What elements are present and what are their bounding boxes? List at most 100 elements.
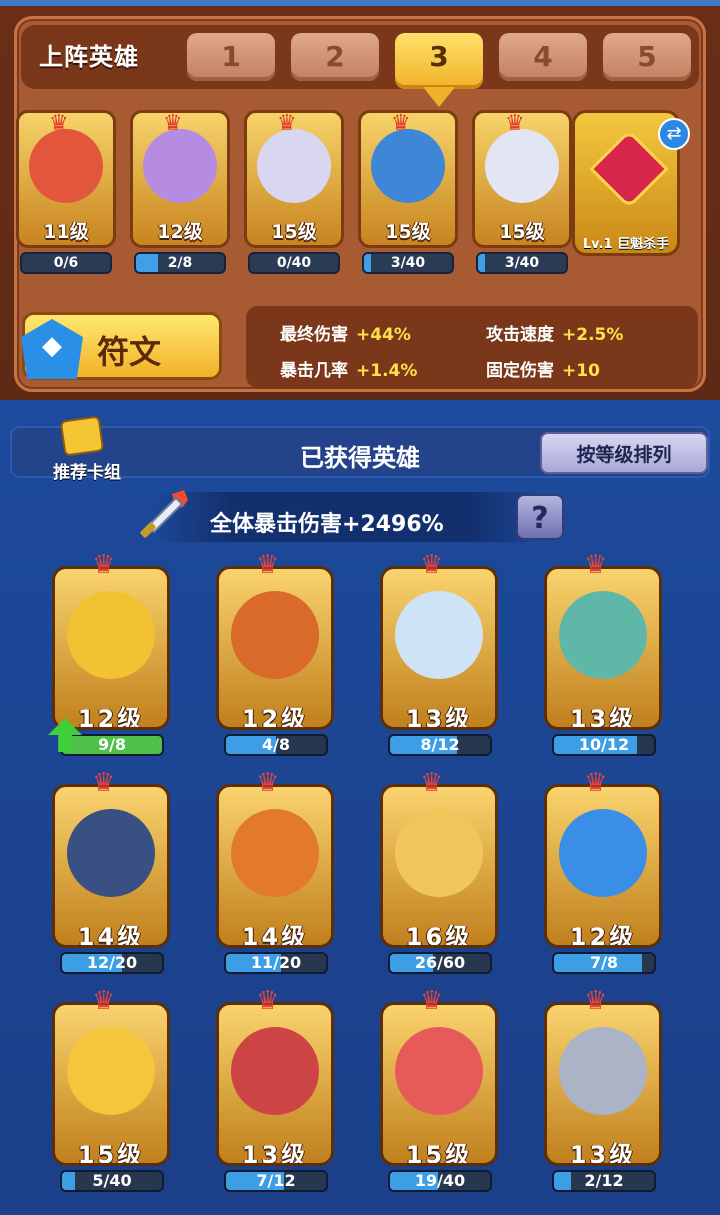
- hero-shard-progress: 11/20: [224, 952, 328, 974]
- hero-level: 15级: [385, 221, 431, 243]
- sword-icon: [140, 490, 188, 538]
- progress-text: 3/40: [390, 255, 426, 271]
- obtained-hero-card[interactable]: ♛ 12级 9/8: [48, 550, 174, 760]
- progress-text: 0/40: [276, 255, 312, 271]
- hero-portrait-frame: ♛ 12级: [130, 110, 230, 248]
- hero-level: 14级: [241, 923, 309, 948]
- hero-portrait-frame: 13级: [216, 1002, 334, 1166]
- hero-portrait: [231, 809, 319, 897]
- progress-text: 3/40: [504, 255, 540, 271]
- tab-lineup-1[interactable]: 1: [187, 33, 275, 81]
- crown-icon: ♛: [391, 111, 411, 136]
- hero-shard-progress: 2/8: [134, 252, 226, 274]
- hero-shard-progress: 19/40: [388, 1170, 492, 1192]
- sort-by-level-button[interactable]: 按等级排列: [540, 432, 708, 474]
- progress-text: 5/40: [92, 1171, 132, 1190]
- crown-icon: ♛: [92, 550, 116, 580]
- stat-value: +10: [562, 361, 600, 381]
- lineup-hero-card[interactable]: ♛ 11级 0/6: [16, 110, 116, 276]
- hero-portrait: [143, 129, 217, 203]
- rune-button[interactable]: ◆ 符文: [21, 312, 222, 380]
- crown-icon: ♛: [584, 550, 608, 580]
- tab-lineup-5[interactable]: 5: [603, 33, 691, 81]
- hero-shard-progress: 12/20: [60, 952, 164, 974]
- progress-text: 0/6: [53, 255, 79, 271]
- progress-text: 7/8: [589, 953, 619, 972]
- hero-shard-progress: 4/8: [224, 734, 328, 756]
- obtained-hero-card[interactable]: ♛ 12级 4/8: [212, 550, 338, 760]
- stat-name: 固定伤害: [486, 361, 554, 381]
- stat-final-damage: 最终伤害 +44%: [280, 320, 411, 345]
- item-label: Lv.1 巨魁杀手: [582, 237, 670, 252]
- hero-portrait: [231, 1027, 319, 1115]
- progress-text: 26/60: [414, 953, 466, 972]
- hero-shard-progress: 0/40: [248, 252, 340, 274]
- tab-lineup-2[interactable]: 2: [291, 33, 379, 81]
- progress-text: 12/20: [86, 953, 138, 972]
- lineup-hero-card[interactable]: ♛ 15级 3/40: [358, 110, 458, 276]
- obtained-hero-card[interactable]: ♛ 13级 10/12: [540, 550, 666, 760]
- lineup-hero-card[interactable]: ♛ 12级 2/8: [130, 110, 230, 276]
- hero-portrait-frame: 12级: [52, 566, 170, 730]
- hero-level: 15级: [271, 221, 317, 243]
- progress-text: 9/8: [97, 735, 127, 754]
- help-button[interactable]: ?: [516, 494, 564, 540]
- hero-portrait-frame: 15级: [52, 1002, 170, 1166]
- heart-gem-icon: [589, 129, 669, 209]
- tab-lineup-4[interactable]: 4: [499, 33, 587, 81]
- stat-value: +2.5%: [562, 325, 624, 345]
- hero-portrait: [231, 591, 319, 679]
- crown-icon: ♛: [163, 111, 183, 136]
- obtained-hero-card[interactable]: ♛ 12级 7/8: [540, 768, 666, 978]
- obtained-hero-card[interactable]: ♛ 14级 12/20: [48, 768, 174, 978]
- lineup-hero-card[interactable]: ♛ 15级 0/40: [244, 110, 344, 276]
- hero-portrait: [29, 129, 103, 203]
- hero-shard-progress: 7/8: [552, 952, 656, 974]
- progress-text: 11/20: [250, 953, 302, 972]
- obtained-hero-card[interactable]: ♛ 16级 26/60: [376, 768, 502, 978]
- stat-value: +44%: [356, 325, 411, 345]
- hero-portrait-frame: 14级: [216, 784, 334, 948]
- hero-level: 15级: [77, 1141, 145, 1166]
- crit-bonus-text: 全体暴击伤害+2496%: [210, 512, 444, 537]
- hero-portrait: [559, 1027, 647, 1115]
- hero-portrait-frame: 13级: [544, 1002, 662, 1166]
- hero-portrait: [257, 129, 331, 203]
- obtained-hero-card[interactable]: ♛ 13级 2/12: [540, 986, 666, 1196]
- crown-icon: ♛: [505, 111, 525, 136]
- crown-icon: ♛: [92, 986, 116, 1016]
- hero-portrait: [67, 591, 155, 679]
- progress-text: 7/12: [256, 1171, 296, 1190]
- hero-portrait: [395, 591, 483, 679]
- hero-portrait: [371, 129, 445, 203]
- crown-icon: ♛: [256, 550, 280, 580]
- obtained-hero-card[interactable]: ♛ 14级 11/20: [212, 768, 338, 978]
- hero-portrait-frame: 16级: [380, 784, 498, 948]
- obtained-hero-card[interactable]: ♛ 13级 8/12: [376, 550, 502, 760]
- hero-level: 13级: [405, 705, 473, 730]
- hero-level: 12级: [241, 705, 309, 730]
- hero-level: 12级: [569, 923, 637, 948]
- lineup-title: 上阵英雄: [39, 43, 139, 71]
- progress-text: 4/8: [261, 735, 291, 754]
- hero-level: 13级: [569, 1141, 637, 1166]
- swap-icon[interactable]: ⇄: [658, 118, 690, 150]
- hero-shard-progress: 2/12: [552, 1170, 656, 1192]
- tab-lineup-3[interactable]: 3: [395, 33, 483, 107]
- obtained-hero-card[interactable]: ♛ 13级 7/12: [212, 986, 338, 1196]
- obtained-hero-card[interactable]: ♛ 15级 19/40: [376, 986, 502, 1196]
- lineup-hero-card[interactable]: ♛ 15级 3/40: [472, 110, 572, 276]
- hero-level: 12级: [157, 221, 203, 243]
- crown-icon: ♛: [420, 768, 444, 798]
- progress-text: 19/40: [414, 1171, 466, 1190]
- hero-portrait-frame: ♛ 11级: [16, 110, 116, 248]
- stats-box: 最终伤害 +44% 攻击速度 +2.5% 暴击几率 +1.4% 固定伤害 +10: [246, 306, 698, 388]
- rune-gem-icon: ◆: [21, 319, 83, 379]
- rune-button-label: 符文: [97, 333, 162, 371]
- hero-level: 13级: [241, 1141, 309, 1166]
- progress-text: 2/12: [584, 1171, 624, 1190]
- stat-crit-chance: 暴击几率 +1.4%: [280, 356, 417, 381]
- obtained-hero-card[interactable]: ♛ 15级 5/40: [48, 986, 174, 1196]
- stat-name: 攻击速度: [486, 325, 554, 345]
- hero-portrait-frame: 14级: [52, 784, 170, 948]
